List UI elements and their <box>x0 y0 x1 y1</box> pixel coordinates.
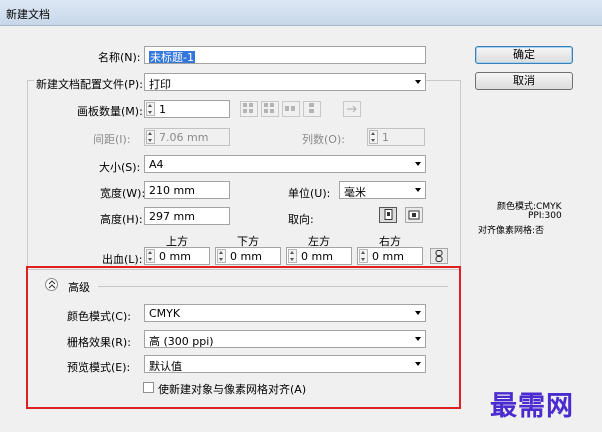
title-bar: 新建文档 <box>0 0 602 26</box>
stepper-arrows-icon[interactable] <box>146 130 155 144</box>
stepper-arrows-icon[interactable] <box>288 249 297 263</box>
bleed-top-stepper[interactable]: 0 mm <box>144 247 210 265</box>
ok-button-label: 确定 <box>513 48 535 61</box>
stepper-arrows-icon[interactable] <box>217 249 226 263</box>
portrait-orientation-icon[interactable] <box>379 207 397 223</box>
stepper-arrows-icon[interactable] <box>146 102 155 116</box>
width-input[interactable]: 210 mm <box>144 181 230 199</box>
artboards-label: 画板数量(M): <box>77 105 143 118</box>
width-label: 宽度(W): <box>100 187 146 200</box>
new-document-dialog: 新建文档 名称(N): 未标题-1 新建文档配置文件(P): 打印 画板数量(M… <box>0 0 602 432</box>
watermark-text: 最需网 <box>490 391 574 422</box>
size-label: 大小(S): <box>99 161 141 174</box>
bleed-label: 出血(L): <box>102 253 143 266</box>
arrange-by-row-icon[interactable] <box>282 101 300 117</box>
chevron-down-icon <box>415 188 421 192</box>
preview-mode-dropdown[interactable]: 默认值 <box>144 355 426 373</box>
profile-dropdown[interactable]: 打印 <box>144 73 426 91</box>
bleed-right-value: 0 mm <box>372 250 404 263</box>
cancel-button[interactable]: 取消 <box>475 72 573 90</box>
unit-label: 单位(U): <box>288 187 331 200</box>
color-mode-dropdown-value: CMYK <box>149 307 181 320</box>
columns-stepper[interactable]: 1 <box>367 128 425 146</box>
stepper-arrows-icon[interactable] <box>369 130 378 144</box>
spacing-label: 间距(I): <box>93 133 131 146</box>
width-value: 210 mm <box>149 184 195 197</box>
columns-value: 1 <box>382 131 389 144</box>
orientation-label: 取向: <box>288 213 314 226</box>
preview-mode-dropdown-value: 默认值 <box>149 360 182 373</box>
spacing-stepper[interactable]: 7.06 mm <box>144 128 230 146</box>
bleed-top-value: 0 mm <box>159 250 191 263</box>
landscape-orientation-icon[interactable] <box>405 207 423 223</box>
height-label: 高度(H): <box>100 213 143 226</box>
color-mode-label: 颜色模式(C): <box>67 310 131 323</box>
preview-mode-label: 预览模式(E): <box>67 361 131 374</box>
color-mode-dropdown[interactable]: CMYK <box>144 304 426 322</box>
advanced-section-label: 高级 <box>68 281 90 294</box>
chevron-down-icon <box>415 80 421 84</box>
advanced-divider <box>98 286 448 287</box>
raster-effects-dropdown[interactable]: 高 (300 ppi) <box>144 330 426 348</box>
raster-effects-label: 栅格效果(R): <box>67 336 131 349</box>
chevron-down-icon <box>415 162 421 166</box>
chevron-down-icon <box>415 311 421 315</box>
bleed-right-stepper[interactable]: 0 mm <box>357 247 423 265</box>
size-dropdown[interactable]: A4 <box>144 155 426 173</box>
bleed-left-stepper[interactable]: 0 mm <box>286 247 352 265</box>
align-pixel-grid-label: 使新建对象与像素网格对齐(A) <box>158 383 307 396</box>
stepper-arrows-icon[interactable] <box>146 249 155 263</box>
summary-pixel-grid: 对齐像素网格:否 <box>478 226 545 236</box>
spacing-value: 7.06 mm <box>159 131 209 144</box>
chevron-down-icon <box>415 362 421 366</box>
name-input[interactable]: 未标题-1 <box>144 46 426 64</box>
bleed-left-value: 0 mm <box>301 250 333 263</box>
artboards-value: 1 <box>159 103 166 116</box>
unit-dropdown[interactable]: 毫米 <box>339 181 426 199</box>
height-input[interactable]: 297 mm <box>144 207 230 225</box>
chevron-down-icon <box>415 337 421 341</box>
layout-direction-icon[interactable] <box>343 101 361 117</box>
window-title: 新建文档 <box>6 8 50 21</box>
size-dropdown-value: A4 <box>149 158 164 171</box>
unit-dropdown-value: 毫米 <box>344 186 366 199</box>
columns-label: 列数(O): <box>302 133 345 146</box>
collapse-advanced-icon[interactable] <box>45 278 58 291</box>
link-bleed-icon[interactable] <box>430 248 448 264</box>
cancel-button-label: 取消 <box>513 74 535 87</box>
artboards-stepper[interactable]: 1 <box>144 100 230 118</box>
summary-ppi: PPI:300 <box>528 211 562 221</box>
stepper-arrows-icon[interactable] <box>359 249 368 263</box>
height-value: 297 mm <box>149 210 195 223</box>
name-label: 名称(N): <box>98 51 141 64</box>
raster-effects-dropdown-value: 高 (300 ppi) <box>149 335 214 348</box>
bleed-bottom-value: 0 mm <box>230 250 262 263</box>
arrange-by-column-icon[interactable] <box>303 101 321 117</box>
grid-by-column-icon[interactable] <box>261 101 279 117</box>
profile-label: 新建文档配置文件(P): <box>34 76 145 92</box>
name-input-value: 未标题-1 <box>149 51 195 64</box>
bleed-bottom-stepper[interactable]: 0 mm <box>215 247 281 265</box>
grid-by-row-icon[interactable] <box>240 101 258 117</box>
align-pixel-grid-checkbox[interactable] <box>143 382 154 393</box>
ok-button[interactable]: 确定 <box>475 46 573 64</box>
profile-dropdown-value: 打印 <box>149 78 171 91</box>
